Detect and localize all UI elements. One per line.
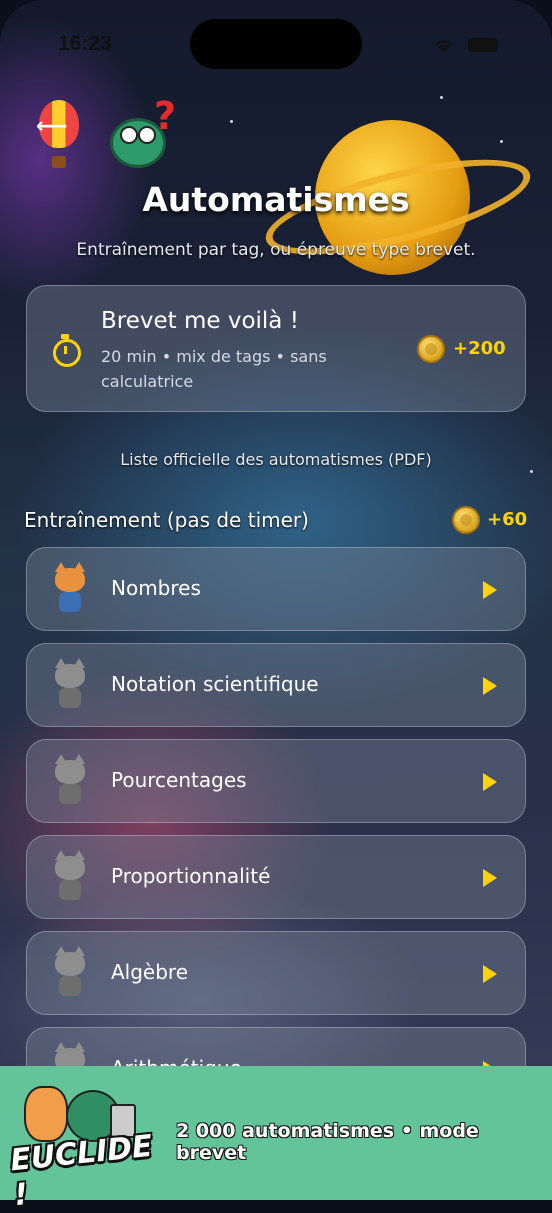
training-item-label: Arithmétique <box>111 1056 242 1066</box>
brevet-description: 20 min • mix de tags • sans calculatrice <box>101 347 327 391</box>
arrow-left-icon: ⟵ <box>36 114 68 139</box>
pdf-link[interactable]: Liste officielle des automatismes (PDF) <box>0 450 552 469</box>
training-reward: +60 <box>487 509 528 530</box>
page-subtitle: Entraînement par tag, ou épreuve type br… <box>76 240 476 260</box>
brevet-card[interactable]: Brevet me voilà ! 20 min • mix de tags •… <box>26 285 526 412</box>
battery-icon <box>468 38 498 52</box>
star <box>230 120 233 123</box>
grey-cat-icon <box>49 946 91 998</box>
training-item-algebre[interactable]: Algèbre <box>26 931 526 1015</box>
turtle-eye <box>120 126 138 144</box>
dynamic-island <box>190 19 362 69</box>
play-icon <box>483 581 497 599</box>
balloon-basket <box>52 156 66 168</box>
play-icon <box>483 677 497 695</box>
brevet-reward: +200 <box>453 338 506 359</box>
orange-cat-icon <box>49 562 91 614</box>
training-section-title: Entraînement (pas de timer) <box>24 508 309 532</box>
coin-icon <box>452 506 480 534</box>
turtle-help-button[interactable]: ? <box>106 94 178 168</box>
status-bar: 16:23 <box>0 0 552 70</box>
training-item-notation-scientifique[interactable]: Notation scientifique <box>26 643 526 727</box>
status-time: 16:23 <box>58 32 112 55</box>
question-mark-icon: ? <box>154 94 177 138</box>
play-icon <box>483 773 497 791</box>
app-screen: 16:23 ⟵ ? Automatismes Entraînement par … <box>0 0 552 1066</box>
balloon-back-button[interactable]: ⟵ <box>36 100 82 172</box>
grey-cat-icon <box>49 850 91 902</box>
star <box>530 470 533 473</box>
play-icon <box>483 869 497 887</box>
brevet-title: Brevet me voilà ! <box>101 308 299 334</box>
training-item-proportionnalite[interactable]: Proportionnalité <box>26 835 526 919</box>
logo-wordmark: EUCLIDE ! <box>8 1128 155 1213</box>
training-item-label: Algèbre <box>111 960 189 984</box>
coin-icon <box>417 335 445 363</box>
cat-mascot-icon <box>24 1086 68 1142</box>
stopwatch-icon <box>51 334 81 367</box>
star <box>500 140 503 143</box>
grey-cat-icon <box>49 754 91 806</box>
training-item-label: Pourcentages <box>111 768 247 792</box>
training-item-label: Proportionnalité <box>111 864 271 888</box>
training-item-label: Notation scientifique <box>111 672 319 696</box>
training-item-label: Nombres <box>111 576 201 600</box>
banner-text: 2 000 automatismes • mode brevet <box>176 1120 479 1164</box>
training-item-pourcentages[interactable]: Pourcentages <box>26 739 526 823</box>
grey-cat-icon <box>49 1042 91 1066</box>
euclide-logo: EUCLIDE ! <box>9 1080 154 1213</box>
play-icon <box>483 965 497 983</box>
training-item-arithmetique[interactable]: Arithmétique <box>26 1027 526 1066</box>
page-title: Automatismes <box>142 180 410 219</box>
wifi-icon <box>435 40 453 52</box>
star <box>440 96 443 99</box>
training-item-nombres[interactable]: Nombres <box>26 547 526 631</box>
grey-cat-icon <box>49 658 91 710</box>
